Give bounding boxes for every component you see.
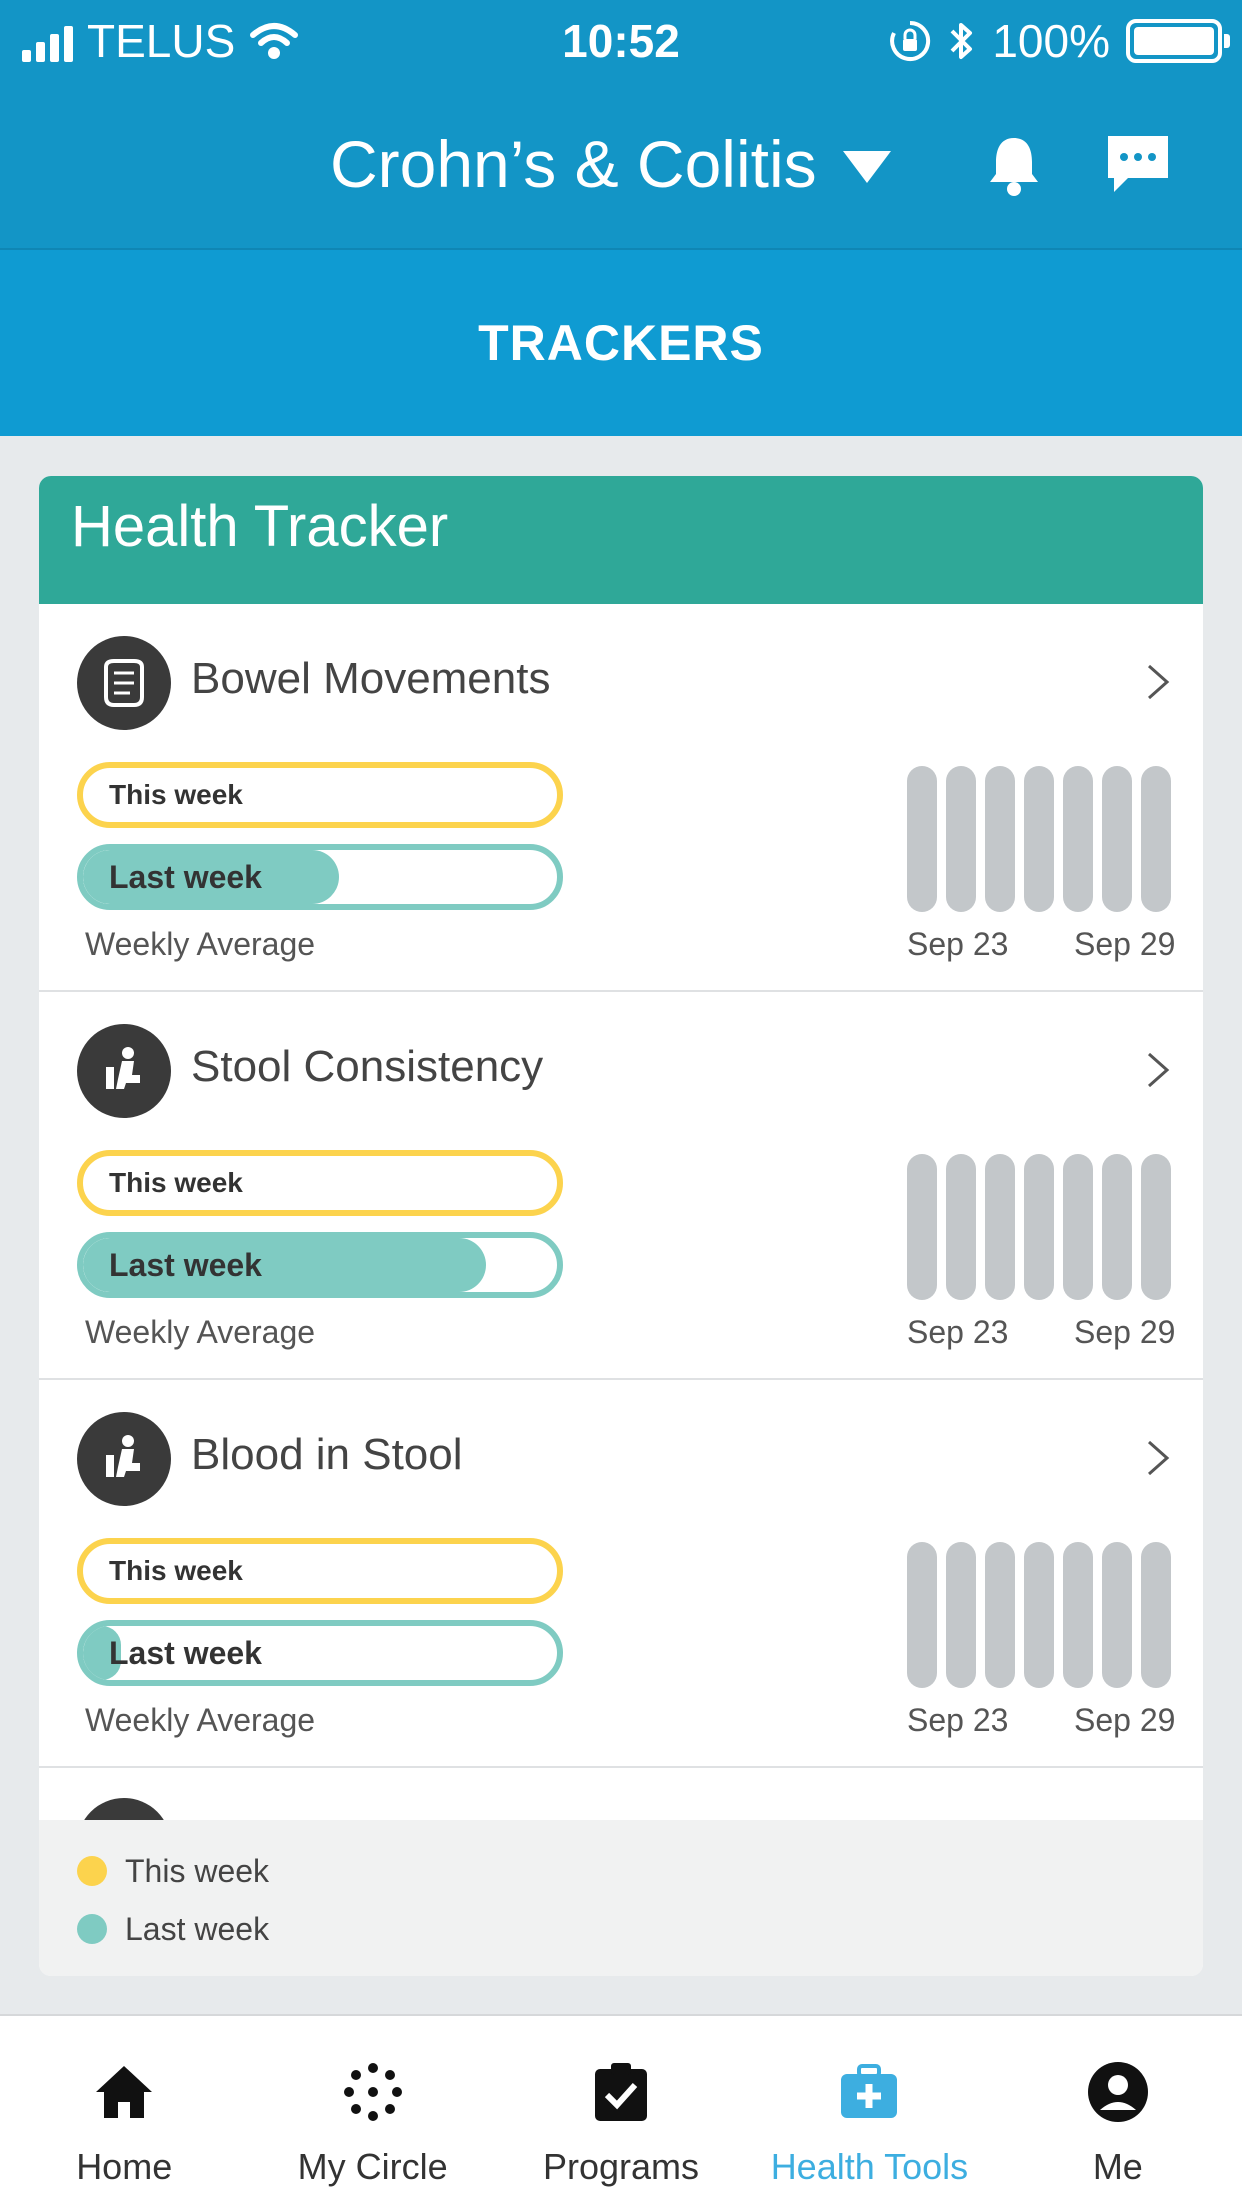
tracker-title: Stool Consistency [191,1042,544,1091]
this-week-bar: This week [77,1538,563,1604]
circle-dots-icon [343,2063,402,2121]
app-header: Crohn’s & Colitis [0,82,1242,250]
tracker-row[interactable]: Stool Consistency This week Last week We… [39,992,1203,1380]
tab-programs[interactable]: Programs [497,2016,745,2208]
tab-label: Home [76,2146,173,2187]
tab-label: Programs [542,2146,700,2187]
toilet-person-icon [77,1412,171,1506]
tab-home[interactable]: Home [0,2016,248,2208]
health-tracker-card: Health Tracker Bowel Movements This week… [39,476,1203,1976]
date-start: Sep 23 [907,926,1009,962]
last-week-bar: Last week [77,1620,563,1686]
caret-down-icon [842,151,891,183]
legend: This week Last week [39,1820,1203,1976]
legend-last-week: Last week [125,1910,270,1947]
community-selector[interactable]: Crohn’s & Colitis [330,126,891,202]
last-week-label: Last week [109,1635,262,1671]
status-bar: TELUS 10:52 100% [0,0,1242,82]
this-week-label: This week [109,779,243,810]
chat-icon[interactable] [1104,132,1172,198]
chevron-right-icon[interactable] [1143,1438,1173,1478]
tab-health-tools[interactable]: Health Tools [745,2016,993,2208]
tab-bar: Home My Circle Programs Health Tools Me [0,2014,1242,2208]
last-week-label: Last week [109,1247,262,1283]
card-title: Health Tracker [39,476,1203,604]
clipboard-check-icon [595,2063,648,2121]
intestine-icon [77,636,171,730]
legend-this-week: This week [125,1852,270,1889]
tracker-title: Blood in Stool [191,1430,463,1479]
last-week-dot [77,1914,107,1944]
last-week-bar: Last week [77,1232,563,1298]
chevron-right-icon[interactable] [1143,1050,1173,1090]
chevron-right-icon[interactable] [1143,662,1173,702]
tracker-title: Bowel Movements [191,654,551,703]
bell-icon[interactable] [984,132,1044,198]
toilet-person-icon [77,1024,171,1118]
rotation-lock-icon [890,20,931,61]
battery-percent: 100% [992,15,1110,67]
weekly-average-label: Weekly Average [85,926,316,962]
tab-label: My Circle [297,2146,448,2187]
tab-label: Health Tools [770,2146,969,2187]
medkit-icon [841,2064,898,2118]
tab-my-circle[interactable]: My Circle [248,2016,496,2208]
date-end: Sep 29 [1074,926,1176,962]
legend-item: This week [77,1842,1203,1900]
user-icon [1087,2062,1148,2122]
section-title: TRACKERS [0,250,1242,436]
this-week-label: This week [109,1555,243,1586]
daily-bars [907,1154,1171,1300]
last-week-bar: Last week [77,844,563,910]
battery-icon [1126,19,1230,63]
this-week-dot [77,1856,107,1886]
home-icon [96,2066,153,2118]
this-week-label: This week [109,1167,243,1198]
this-week-bar: This week [77,1150,563,1216]
tab-label: Me [1092,2146,1143,2187]
bluetooth-icon [950,23,973,59]
tracker-row[interactable]: Bowel Movements This week Last week Week… [39,604,1203,992]
daily-bars [907,1542,1171,1688]
weekly-average-label: Weekly Average [85,1702,316,1738]
community-title: Crohn’s & Colitis [330,127,817,201]
this-week-bar: This week [77,762,563,828]
weekly-average-label: Weekly Average [85,1314,316,1350]
legend-item: Last week [77,1900,1203,1958]
date-start: Sep 23 [907,1314,1009,1350]
date-end: Sep 29 [1074,1314,1176,1350]
date-start: Sep 23 [907,1702,1009,1738]
date-end: Sep 29 [1074,1702,1176,1738]
tab-me[interactable]: Me [994,2016,1242,2208]
tracker-row[interactable]: Blood in Stool This week Last week Weekl… [39,1380,1203,1768]
last-week-label: Last week [109,859,262,895]
daily-bars [907,766,1171,912]
